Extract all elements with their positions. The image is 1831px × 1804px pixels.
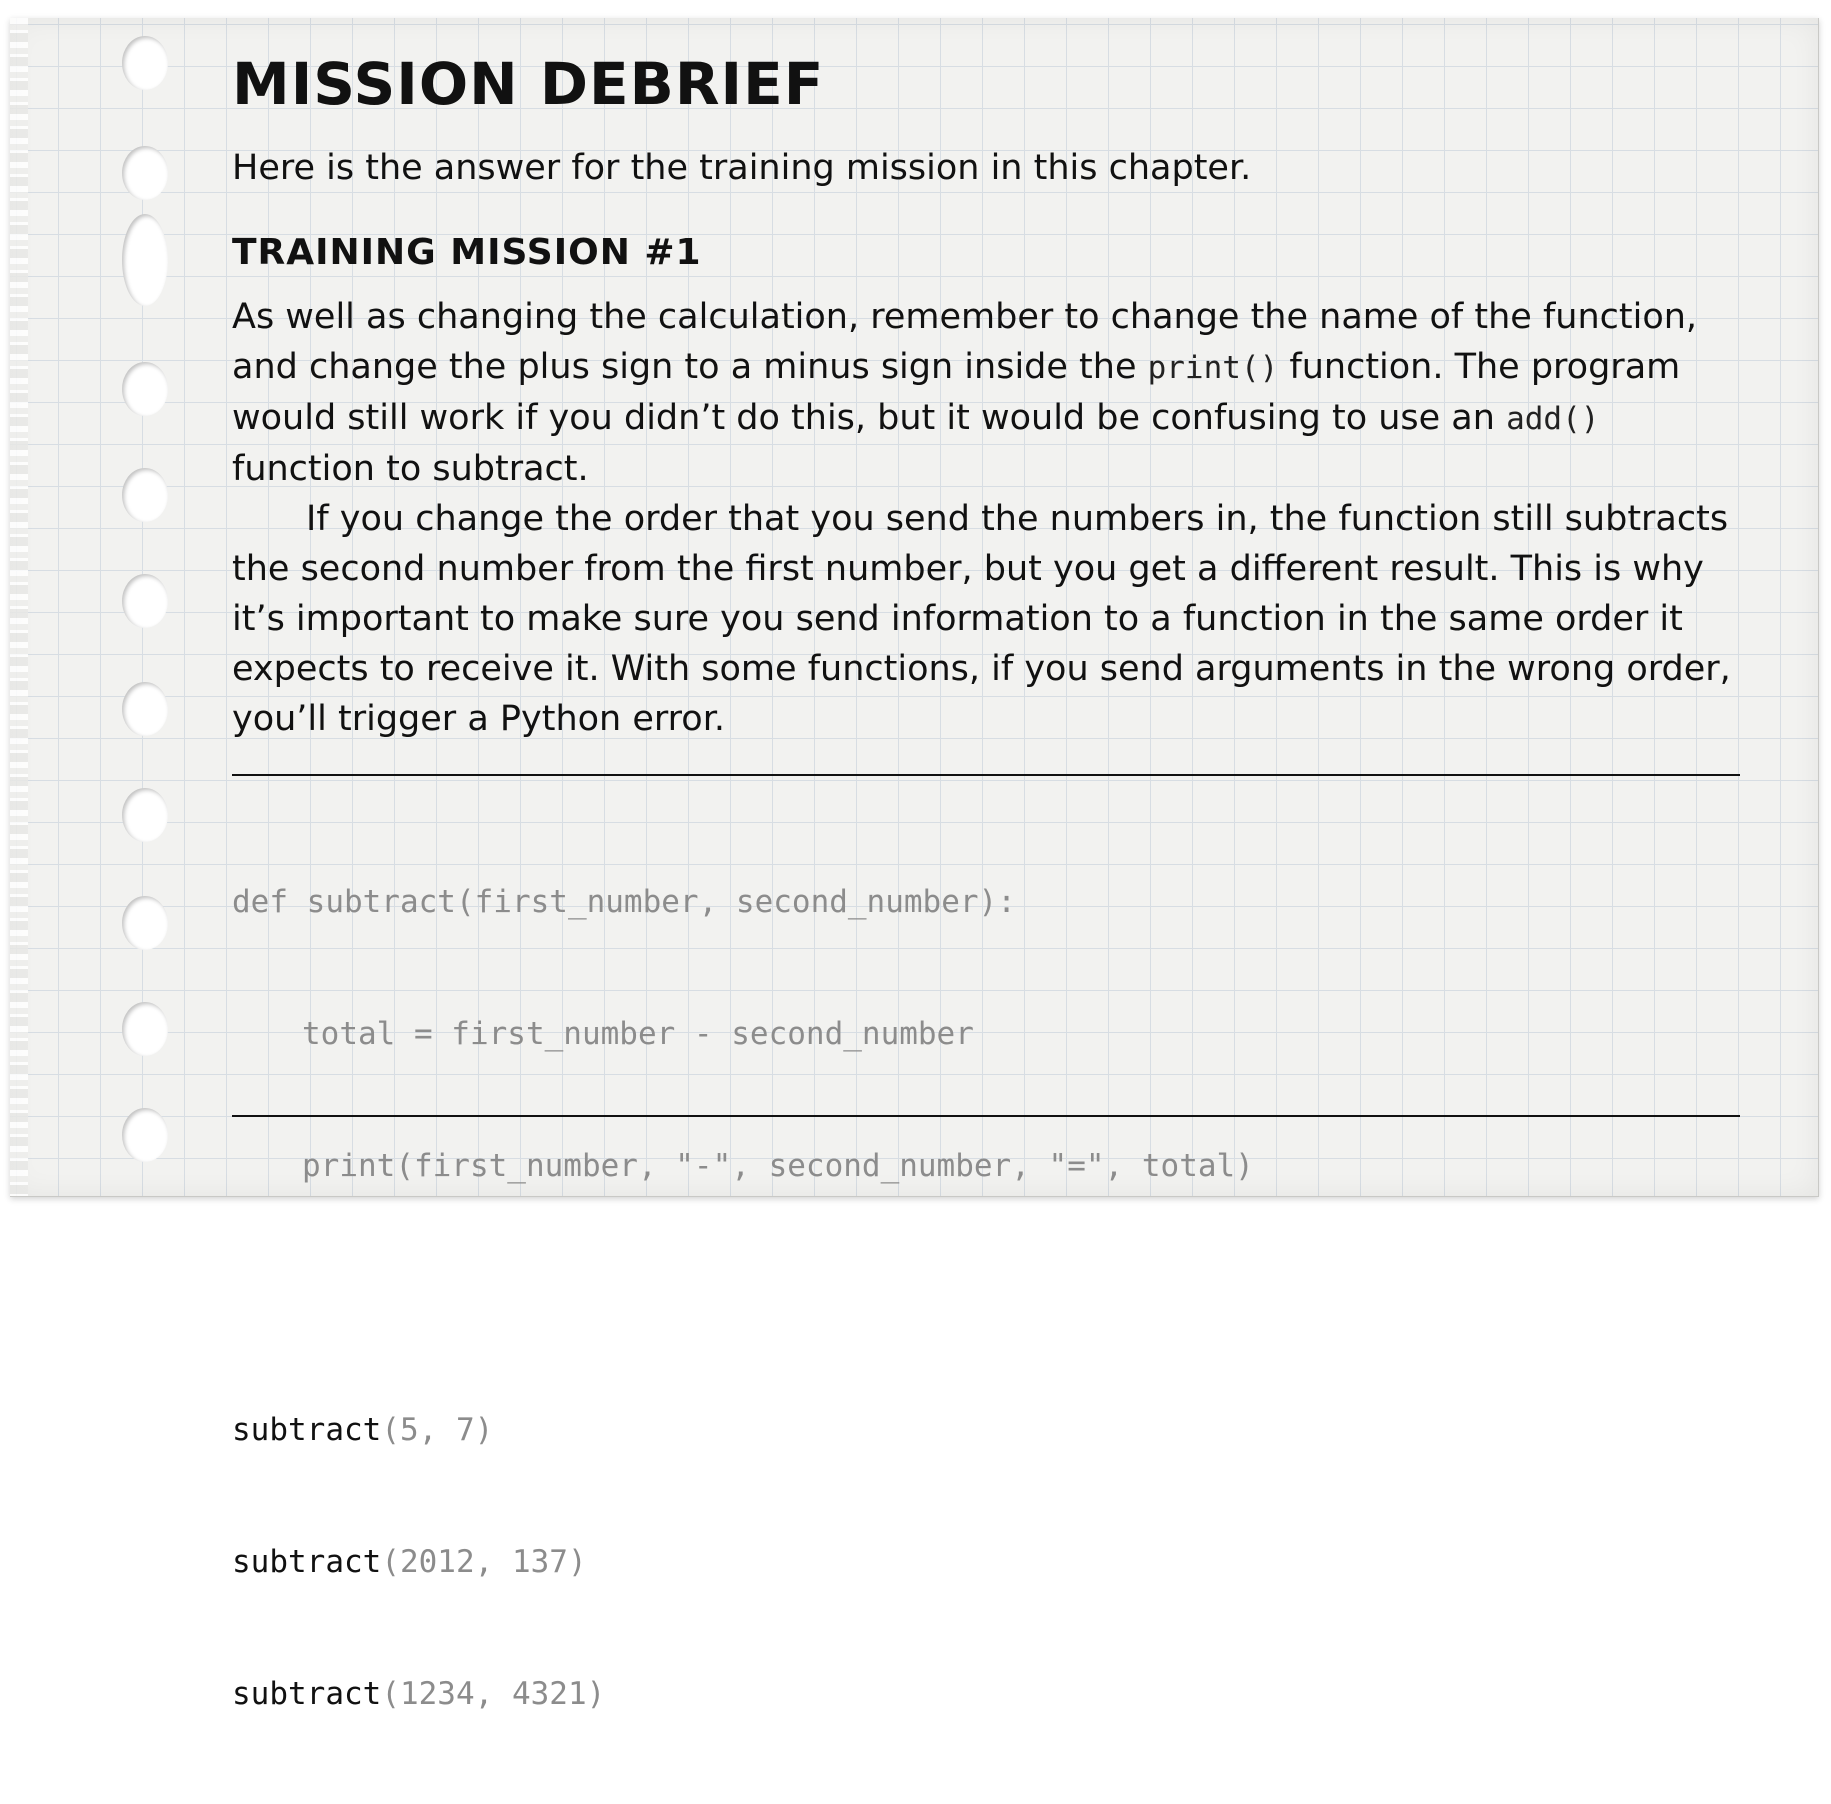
section-heading: TRAINING MISSION #1 <box>232 232 702 273</box>
binder-hole-icon <box>122 468 168 522</box>
paragraph-1-text-c: function to subtract. <box>232 449 589 489</box>
code-print-line: print(first_number, "-", second_number, … <box>302 1148 1254 1184</box>
call-arguments: (5, 7) <box>381 1412 494 1448</box>
inline-code-print: print() <box>1147 350 1279 386</box>
inline-code-add: add() <box>1506 401 1600 437</box>
explanation-body: As well as changing the calculation, rem… <box>232 292 1752 744</box>
code-call-line: subtract(1234, 4321) <box>232 1672 1732 1716</box>
binder-hole-icon <box>122 1108 168 1162</box>
binder-hole-icon <box>122 36 168 90</box>
paragraph-2: If you change the order that you send th… <box>232 499 1731 739</box>
paragraph-1: As well as changing the calculation, rem… <box>232 292 1752 494</box>
debrief-content: MISSION DEBRIEF Here is the answer for t… <box>232 44 1752 744</box>
binder-hole-icon <box>122 1002 168 1056</box>
binder-hole-icon <box>122 896 168 950</box>
binder-hole-icon <box>122 146 168 200</box>
code-body-line: print(first_number, "-", second_number, … <box>232 1144 1732 1188</box>
binder-hole-icon <box>122 214 168 306</box>
call-arguments: (1234, 4321) <box>381 1676 606 1712</box>
call-arguments: (2012, 137) <box>381 1544 587 1580</box>
code-call-line: subtract(5, 7) <box>232 1408 1732 1452</box>
code-total-line: total = first_number - second_number <box>302 1016 974 1052</box>
call-function-name: subtract <box>232 1544 382 1580</box>
page: MISSION DEBRIEF Here is the answer for t… <box>0 0 1831 1712</box>
intro-text: Here is the answer for the training miss… <box>232 148 1252 188</box>
binder-hole-icon <box>122 574 168 628</box>
code-divider-top <box>232 774 1740 776</box>
binder-hole-icon <box>122 788 168 842</box>
code-listing: def subtract(first_number, second_number… <box>232 792 1732 1804</box>
code-body-line: total = first_number - second_number <box>232 1012 1732 1056</box>
code-def-line: def subtract(first_number, second_number… <box>232 884 1016 920</box>
code-call-line: subtract(2012, 137) <box>232 1540 1732 1584</box>
call-function-name: subtract <box>232 1412 382 1448</box>
call-function-name: subtract <box>232 1676 382 1712</box>
binder-hole-icon <box>122 362 168 416</box>
torn-edge <box>10 18 28 1196</box>
binder-hole-icon <box>122 682 168 736</box>
page-title: MISSION DEBRIEF <box>232 50 825 118</box>
code-divider-bottom <box>232 1115 1740 1117</box>
